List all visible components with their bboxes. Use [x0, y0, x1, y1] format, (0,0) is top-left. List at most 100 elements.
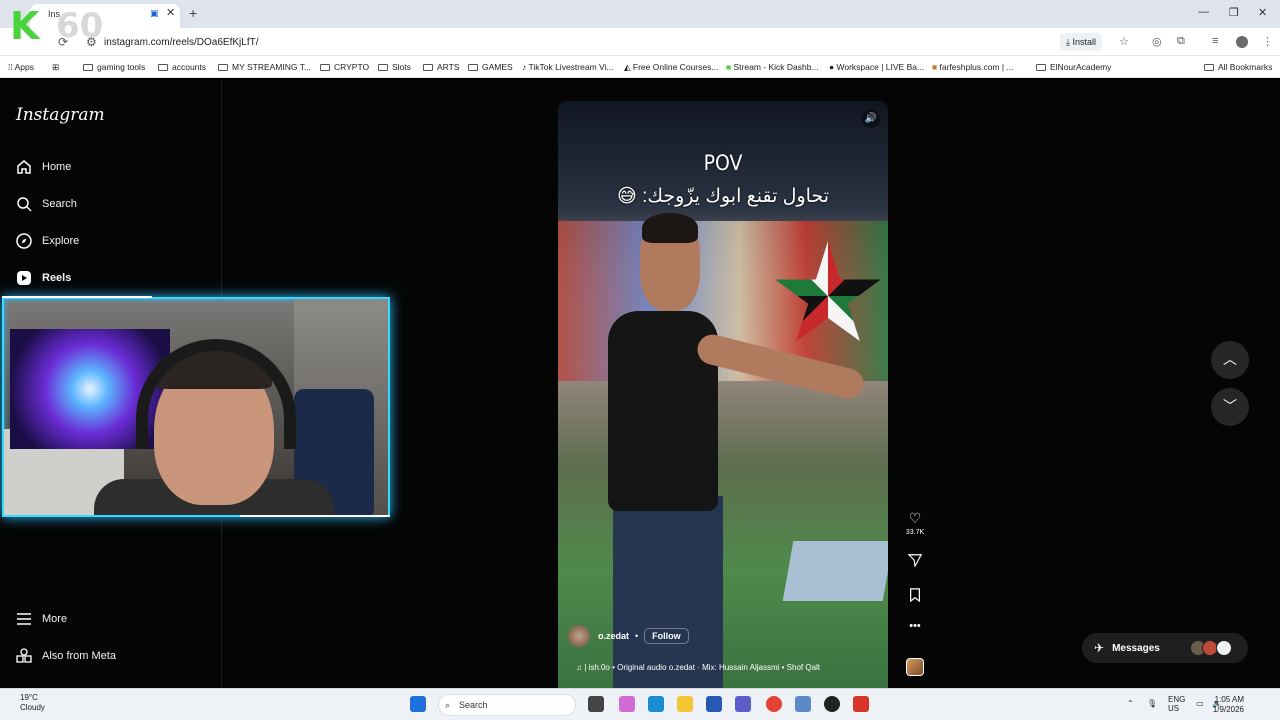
- file-explorer-icon[interactable]: [677, 696, 693, 712]
- sidebar-item-home[interactable]: Home: [16, 157, 71, 177]
- instagram-logo[interactable]: Instagram: [16, 105, 105, 125]
- store-icon[interactable]: [706, 696, 722, 712]
- close-window-button[interactable]: ✕: [1258, 6, 1267, 19]
- bookmark-folder[interactable]: gaming tools: [83, 62, 145, 72]
- sidebar-item-reels[interactable]: Reels: [16, 268, 71, 288]
- bookmark-folder[interactable]: MY STREAMING T...: [218, 62, 311, 72]
- more-options-button[interactable]: •••: [905, 620, 925, 632]
- restore-window-button[interactable]: ❐: [1229, 6, 1239, 19]
- bookmark-folder[interactable]: accounts: [158, 62, 206, 72]
- folder-icon: [423, 64, 433, 71]
- sidebar-item-search[interactable]: Search: [16, 194, 77, 214]
- profile-avatar[interactable]: [1236, 36, 1248, 48]
- app-icon[interactable]: [795, 696, 811, 712]
- url-field[interactable]: instagram.com/reels/DOa6EfKjLfT/: [104, 37, 259, 48]
- video-person-legs: [613, 496, 723, 688]
- author-username[interactable]: o.zedat: [598, 631, 629, 641]
- folder-icon: [1036, 64, 1046, 71]
- microphone-icon[interactable]: 🎙: [1147, 699, 1157, 708]
- bookmark-courses[interactable]: ◭ Free Online Courses...: [624, 62, 718, 73]
- next-reel-button[interactable]: ﹀: [1211, 388, 1249, 426]
- language-indicator[interactable]: ENG US: [1168, 695, 1185, 713]
- stream-counter: 60: [56, 6, 104, 46]
- reel-author-row: o.zedat • Follow: [568, 625, 689, 647]
- folder-icon: [158, 64, 168, 71]
- bookmark-workspace[interactable]: ● Workspace | LIVE Ba...: [829, 62, 924, 72]
- start-menu-icon[interactable]: [410, 696, 426, 712]
- tab-media-icon[interactable]: ▣: [150, 8, 159, 19]
- bookmark-folder[interactable]: Slots: [378, 62, 411, 72]
- bookmarks-bar: ⁞⁞ Apps ⊞ gaming tools accounts MY STREA…: [0, 56, 1280, 78]
- sidebar-item-label: Reels: [42, 272, 72, 284]
- install-label: Install: [1072, 37, 1096, 47]
- teams-icon[interactable]: [735, 696, 751, 712]
- bookmark-grid[interactable]: ⊞: [52, 62, 59, 73]
- separator-dot: •: [635, 631, 639, 641]
- author-avatar[interactable]: [568, 625, 590, 647]
- bookmark-star-icon[interactable]: ☆: [1119, 35, 1129, 48]
- send-icon: ✈: [1094, 641, 1105, 655]
- reel-video[interactable]: POV تحاول تقنع ابوك يزّوجك: 😅 🔊 o.zedat …: [558, 101, 888, 688]
- ellipsis-icon: •••: [909, 620, 921, 632]
- message-avatars: [1190, 640, 1240, 656]
- all-bookmarks-button[interactable]: All Bookmarks: [1204, 62, 1272, 72]
- like-button[interactable]: ♡ 33.7K: [905, 510, 925, 536]
- bookmark-folder[interactable]: ARTS: [423, 62, 460, 72]
- folder-icon: [378, 64, 388, 71]
- network-icon[interactable]: ▭: [1196, 699, 1204, 708]
- bookmark-folder[interactable]: GAMES: [468, 62, 513, 72]
- media-controls-icon[interactable]: ≡: [1212, 35, 1218, 47]
- bookmark-tiktok[interactable]: ♪ TikTok Livestream Vi...: [522, 62, 614, 72]
- bookmark-folder[interactable]: ElNourAcademy: [1036, 62, 1111, 72]
- bookmark-apps[interactable]: ⁞⁞ Apps: [8, 62, 34, 72]
- sidebar-item-label: Home: [42, 161, 72, 173]
- reel-audio-info[interactable]: ♫ | ish.0o • Original audio o.zedat · Mi…: [576, 663, 820, 672]
- previous-reel-button[interactable]: ︿: [1211, 341, 1249, 379]
- bookmark-farfesh[interactable]: ■ farfeshplus.com | ...: [932, 62, 1014, 72]
- minimize-window-button[interactable]: —: [1198, 6, 1209, 18]
- bookmark-folder[interactable]: CRYPTO: [320, 62, 369, 72]
- sidebar-item-explore[interactable]: Explore: [16, 231, 79, 251]
- app-icon[interactable]: [853, 696, 869, 712]
- audio-thumbnail[interactable]: [906, 658, 924, 676]
- obs-icon[interactable]: [824, 696, 840, 712]
- address-bar: ⟳ ⚙ instagram.com/reels/DOa6EfKjLfT/ ⤓ I…: [0, 28, 1280, 56]
- system-clock[interactable]: 1:05 AM 1/9/2026: [1204, 695, 1244, 715]
- edge-icon[interactable]: [648, 696, 664, 712]
- messages-label: Messages: [1112, 642, 1160, 654]
- site-icon: ■: [932, 62, 940, 72]
- extensions-puzzle-icon[interactable]: ⧉: [1177, 35, 1185, 48]
- windows-taskbar: 19°C Cloudy ⌕ Search ⌃ 🎙 ENG US ▭ 🔈 1:05 …: [0, 688, 1280, 720]
- apps-grid-icon: ⁞⁞: [8, 62, 15, 72]
- task-view-icon[interactable]: [588, 696, 604, 712]
- heart-icon: ♡: [908, 510, 922, 526]
- messages-button[interactable]: ✈ Messages: [1082, 633, 1248, 663]
- menu-icon: [17, 613, 31, 625]
- volume-icon[interactable]: 🔊: [862, 110, 880, 128]
- install-app-button[interactable]: ⤓ Install: [1060, 33, 1102, 51]
- extension-icon[interactable]: ◎: [1152, 35, 1162, 48]
- copilot-icon[interactable]: [619, 696, 635, 712]
- chevron-up-icon: ︿: [1223, 351, 1237, 367]
- tray-overflow-icon[interactable]: ⌃: [1127, 699, 1134, 708]
- tab-close-icon[interactable]: ✕: [166, 6, 175, 19]
- sidebar-item-label: Explore: [42, 235, 80, 247]
- explore-icon: [16, 233, 32, 249]
- bookmark-kick[interactable]: ■ Stream - Kick Dashb...: [726, 62, 819, 72]
- webcam-accent-line: [240, 515, 390, 517]
- taskbar-search[interactable]: ⌕ Search: [438, 694, 576, 716]
- weather-temp: 19°C: [20, 693, 38, 702]
- clock-time: 1:05 AM: [1214, 695, 1244, 704]
- chrome-icon[interactable]: [766, 696, 782, 712]
- follow-button[interactable]: Follow: [644, 628, 689, 644]
- share-button[interactable]: [905, 553, 925, 572]
- weather-widget[interactable]: 19°C Cloudy: [20, 693, 45, 713]
- sidebar-item-label: More: [42, 613, 68, 625]
- new-tab-button[interactable]: +: [189, 5, 197, 21]
- send-icon: [907, 554, 923, 568]
- video-person-hair: [642, 213, 698, 243]
- sidebar-item-also-from-meta[interactable]: Also from Meta: [16, 646, 116, 666]
- save-button[interactable]: [905, 588, 925, 607]
- sidebar-item-more[interactable]: More: [16, 609, 67, 629]
- browser-menu-icon[interactable]: ⋮: [1262, 35, 1273, 48]
